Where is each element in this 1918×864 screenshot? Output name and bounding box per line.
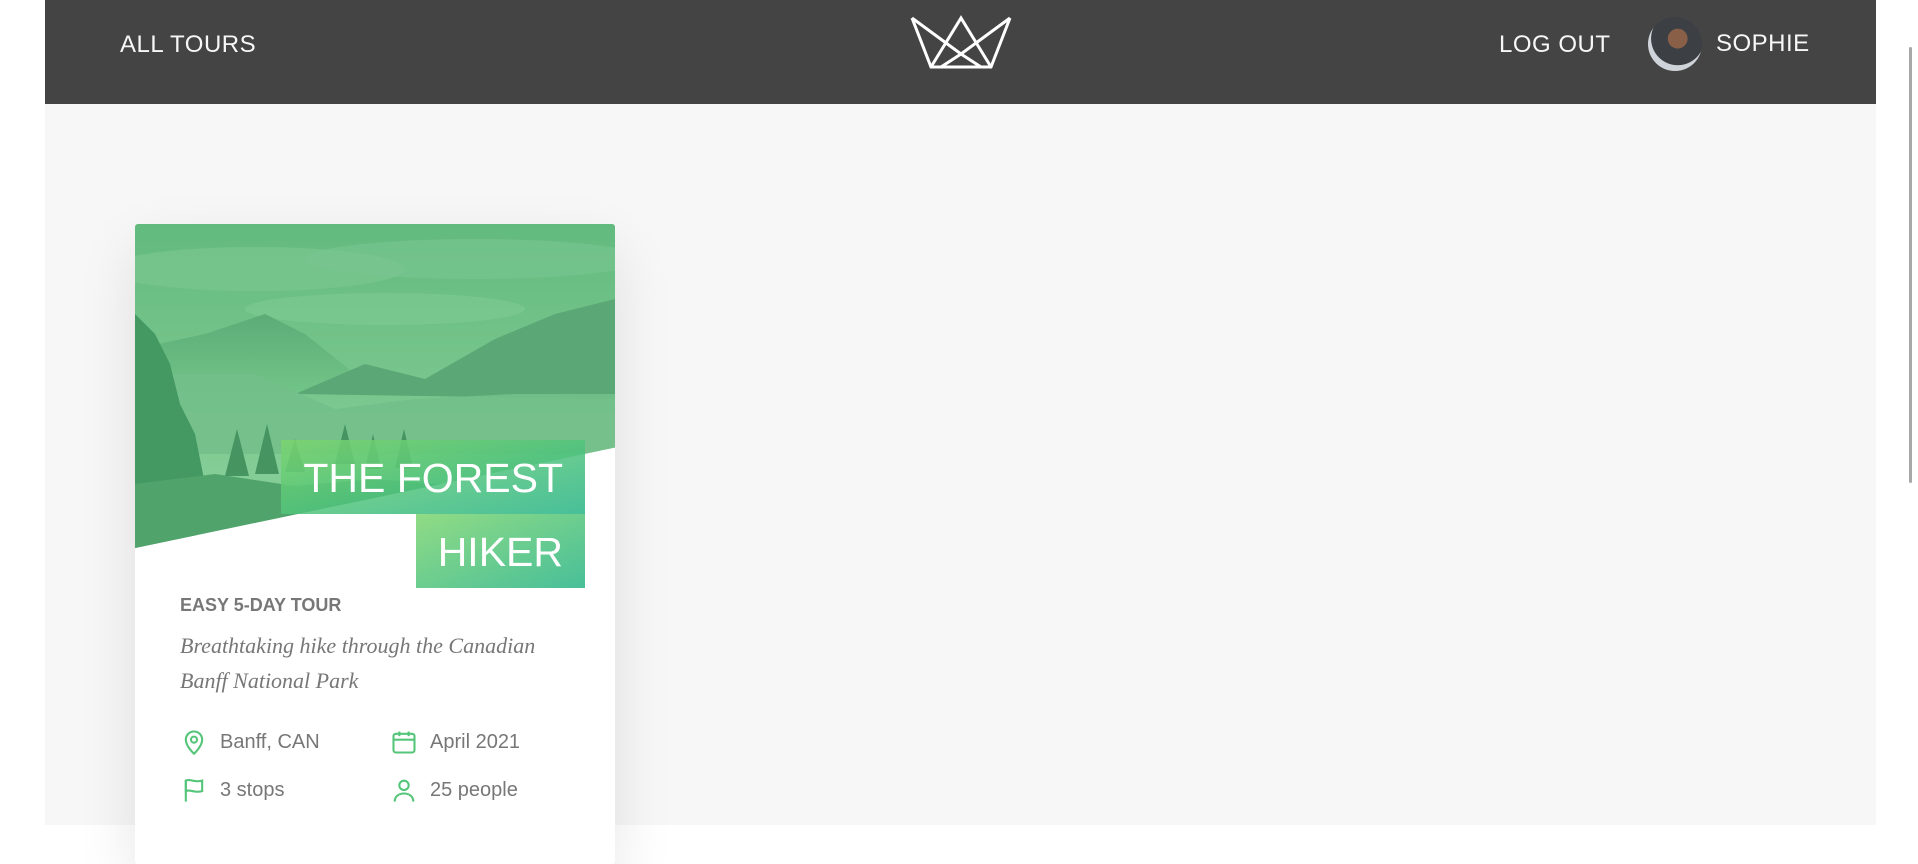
tour-card-body: EASY 5-DAY TOUR Breathtaking hike throug… [180, 595, 580, 804]
tour-card[interactable]: THE FOREST HIKER EASY 5-DAY TOUR Breatht… [135, 224, 615, 864]
tour-details: Banff, CAN April 2021 3 stops 25 people [180, 728, 580, 804]
all-tours-link[interactable]: ALL TOURS [120, 31, 256, 59]
tour-title-line-1: THE FOREST [281, 440, 585, 514]
user-name[interactable]: SOPHIE [1716, 30, 1810, 58]
user-icon [393, 779, 415, 803]
stops-text: 3 stops [220, 778, 285, 801]
group-size-text: 25 people [430, 778, 518, 801]
calendar-icon [392, 731, 416, 754]
user-avatar[interactable] [1648, 17, 1702, 71]
tour-difficulty: EASY 5-DAY TOUR [180, 595, 342, 615]
date-text: April 2021 [430, 730, 521, 753]
log-out-link[interactable]: LOG OUT [1499, 31, 1611, 59]
map-pin-icon [184, 730, 204, 756]
detail-location: Banff, CAN [180, 728, 390, 756]
location-text: Banff, CAN [220, 730, 320, 753]
scrollbar-thumb[interactable] [1909, 47, 1912, 483]
tour-title: THE FOREST HIKER [255, 440, 585, 588]
detail-date: April 2021 [390, 728, 580, 756]
tour-title-line-2: HIKER [415, 514, 585, 588]
flag-icon [184, 779, 204, 803]
detail-stops: 3 stops [180, 776, 390, 804]
user-menu[interactable]: SOPHIE [1648, 17, 1810, 71]
tour-summary: Breathtaking hike through the Canadian B… [180, 633, 536, 694]
vertical-scrollbar[interactable] [1901, 0, 1918, 825]
page-frame: ALL TOURS LOG OUT SOPHIE THE FOREST HIKE… [45, 0, 1876, 864]
top-navigation: ALL TOURS LOG OUT SOPHIE [45, 0, 1876, 104]
crown-icon[interactable] [909, 14, 1013, 70]
detail-group-size: 25 people [390, 776, 580, 804]
